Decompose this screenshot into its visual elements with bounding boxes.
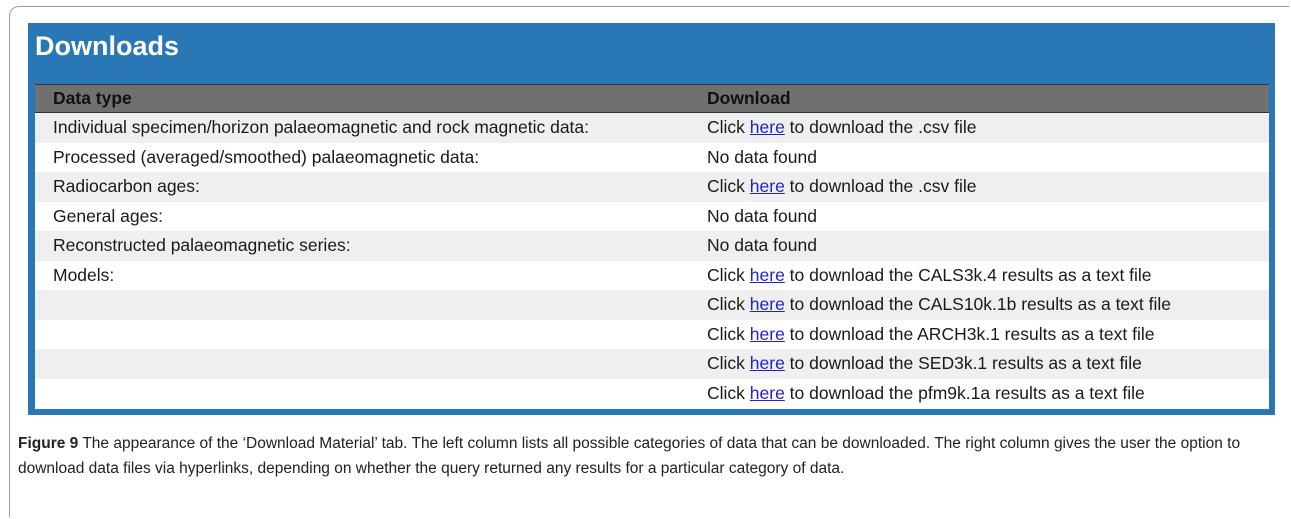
- download-link[interactable]: here: [750, 324, 785, 344]
- no-data-text: No data found: [707, 205, 817, 226]
- download-link[interactable]: here: [750, 383, 785, 403]
- table-row: Individual specimen/horizon palaeomagnet…: [35, 112, 1269, 143]
- table-row: Reconstructed palaeomagnetic series: No d…: [35, 231, 1269, 261]
- download-prefix: Click: [707, 264, 750, 285]
- download-prefix: Click: [707, 382, 750, 403]
- column-header-data-type: Data type: [35, 84, 707, 113]
- table-row: Radiocarbon ages: Click here to download …: [35, 172, 1269, 202]
- panel-title: Downloads: [35, 31, 180, 61]
- data-type-cell: Individual specimen/horizon palaeomagnet…: [35, 112, 707, 143]
- downloads-table: Data type Download Individual specimen/h…: [35, 84, 1269, 408]
- data-type-cell: General ages:: [53, 205, 163, 226]
- download-link[interactable]: here: [750, 353, 785, 373]
- download-prefix: Click: [707, 353, 750, 374]
- download-prefix: Click: [707, 294, 750, 315]
- column-header-download: Download: [707, 84, 1269, 113]
- download-cell: Click here to download the CALS3k.4 resu…: [707, 261, 1269, 291]
- figure-caption: Figure 9 The appearance of the ‘Download…: [18, 431, 1280, 481]
- table-header-row: Data type Download: [35, 84, 1269, 113]
- downloads-panel: Downloads Data type Download Individual …: [28, 23, 1275, 415]
- download-description: to download the SED3k.1 results as a tex…: [784, 353, 1142, 374]
- download-cell: Click here to download the ARCH3k.1 resu…: [707, 320, 1269, 350]
- download-description: to download the .csv file: [784, 117, 977, 138]
- download-cell: Click here to download the .csv file: [707, 172, 1269, 202]
- data-type-cell: Radiocarbon ages:: [35, 172, 707, 202]
- caption-label: Figure 9: [18, 435, 79, 452]
- download-cell: Click here to download the .csv file: [707, 112, 1269, 143]
- table-row: Models: Click here to download the CALS3k…: [35, 261, 1269, 291]
- data-type-cell: [35, 349, 707, 379]
- table-row: Click here to download the ARCH3k.1 resu…: [35, 320, 1269, 350]
- download-prefix: Click: [707, 176, 750, 197]
- data-type-cell: [35, 290, 707, 320]
- download-link[interactable]: here: [750, 265, 785, 285]
- download-cell: Click here to download the pfm9k.1a resu…: [707, 379, 1269, 409]
- table-row: Click here to download the pfm9k.1a resu…: [35, 379, 1269, 409]
- table-row: Processed (averaged/smoothed) palaeomagn…: [35, 143, 1269, 173]
- download-prefix: Click: [707, 117, 750, 138]
- download-description: to download the CALS3k.4 results as a te…: [784, 264, 1152, 285]
- download-prefix: Click: [707, 323, 750, 344]
- no-data-text: No data found: [707, 235, 817, 256]
- download-cell: No data found: [707, 143, 1269, 173]
- data-type-cell: Reconstructed palaeomagnetic series:: [35, 231, 707, 261]
- data-type-cell: [35, 379, 707, 409]
- data-type-cell: Processed (averaged/smoothed) palaeomagn…: [53, 146, 480, 167]
- downloads-table-container: Data type Download Individual specimen/h…: [35, 84, 1269, 409]
- download-description: to download the CALS10k.1b results as a …: [784, 294, 1172, 315]
- table-body: Individual specimen/horizon palaeomagnet…: [35, 112, 1269, 409]
- data-type-cell: Models:: [53, 264, 115, 285]
- download-description: to download the .csv file: [784, 176, 977, 197]
- download-link[interactable]: here: [750, 117, 785, 137]
- download-cell: Click here to download the SED3k.1 resul…: [707, 349, 1269, 379]
- caption-text: The appearance of the ‘Download Material…: [18, 435, 1241, 477]
- download-description: to download the pfm9k.1a results as a te…: [784, 382, 1145, 403]
- table-row: Click here to download the SED3k.1 resul…: [35, 349, 1269, 379]
- data-type-cell: [35, 320, 707, 350]
- download-description: to download the ARCH3k.1 results as a te…: [784, 323, 1155, 344]
- no-data-text: No data found: [707, 146, 817, 167]
- download-link[interactable]: here: [750, 294, 785, 314]
- download-cell: No data found: [707, 231, 1269, 261]
- table-row: Click here to download the CALS10k.1b re…: [35, 290, 1269, 320]
- download-cell: No data found: [707, 202, 1269, 232]
- download-cell: Click here to download the CALS10k.1b re…: [707, 290, 1269, 320]
- table-row: General ages: No data found: [35, 202, 1269, 232]
- download-link[interactable]: here: [750, 176, 785, 196]
